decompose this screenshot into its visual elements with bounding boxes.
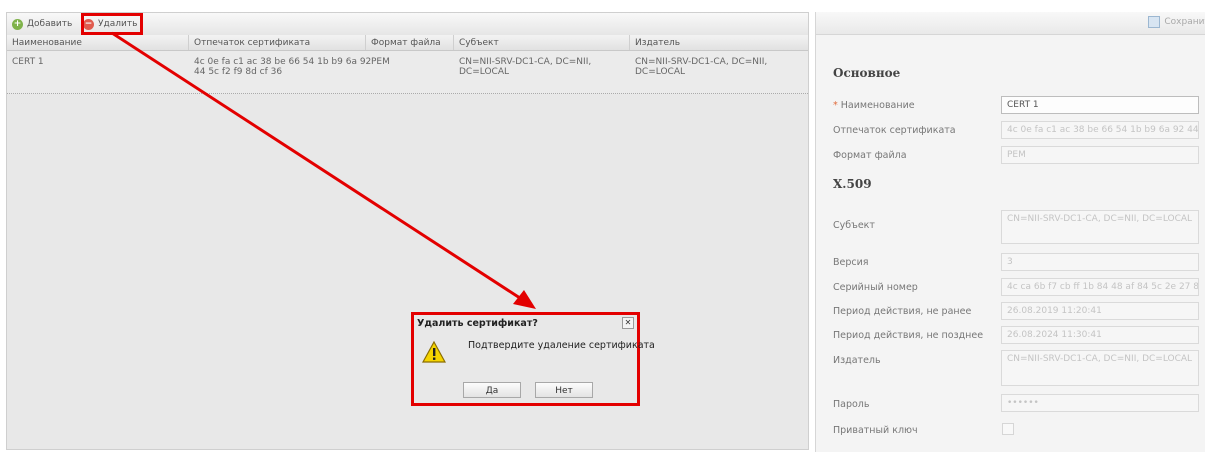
table-header: Наименование Отпечаток сертификата Форма…: [7, 35, 808, 51]
cell-thumbprint-line1: 4c 0e fa c1 ac 38 be 66 54 1b b9 6a 92: [194, 57, 372, 67]
warning-icon: [422, 340, 446, 363]
column-divider[interactable]: [629, 35, 630, 50]
cell-issuer-line1: CN=NII-SRV-DC1-CA, DC=NII,: [635, 57, 768, 67]
valid-to-field[interactable]: 26.08.2024 11:30:41: [1001, 326, 1199, 344]
add-button[interactable]: + Добавить: [12, 16, 72, 32]
yes-button[interactable]: Да: [463, 382, 521, 398]
serial-field[interactable]: 4c ca 6b f7 cb ff 1b 84 48 af 84 5c 2e 2…: [1001, 278, 1199, 296]
cell-subject-line1: CN=NII-SRV-DC1-CA, DC=NII,: [459, 57, 592, 67]
delete-button-highlight: [81, 13, 143, 35]
certificate-list-panel: + Добавить − Удалить Наименование Отпеча…: [6, 12, 809, 450]
plus-icon: +: [12, 18, 23, 30]
required-mark: *: [833, 100, 838, 111]
details-toolbar: Сохранить: [816, 12, 1205, 35]
cell-subject-line2: DC=LOCAL: [459, 67, 509, 77]
column-header-issuer[interactable]: Издатель: [635, 38, 680, 48]
cell-issuer-line2: DC=LOCAL: [635, 67, 685, 77]
subject-field[interactable]: CN=NII-SRV-DC1-CA, DC=NII, DC=LOCAL: [1001, 210, 1199, 244]
subject-label: Субъект: [833, 220, 875, 231]
format-field[interactable]: PEM: [1001, 146, 1199, 164]
cell-thumbprint-line2: 44 5c f2 f9 8d cf 36: [194, 67, 283, 77]
save-button-label: Сохранить: [1164, 17, 1205, 27]
password-label: Пароль: [833, 399, 870, 410]
version-field[interactable]: 3: [1001, 253, 1199, 271]
serial-label: Серийный номер: [833, 282, 918, 293]
section-title-x509: X.509: [833, 177, 872, 191]
cell-name: CERT 1: [12, 57, 44, 67]
delete-confirm-dialog: Удалить сертификат? ✕ Подтвердите удален…: [411, 312, 655, 406]
cell-subject: CN=NII-SRV-DC1-CA, DC=NII, DC=LOCAL: [459, 57, 591, 77]
column-header-subject[interactable]: Субъект: [459, 38, 499, 48]
no-button[interactable]: Нет: [535, 382, 593, 398]
add-button-label: Добавить: [27, 19, 73, 29]
close-icon[interactable]: ✕: [622, 317, 634, 329]
certificate-details-panel: Сохранить Основное * Наименование CERT 1…: [815, 12, 1205, 452]
password-field[interactable]: ••••••: [1001, 394, 1199, 412]
section-title-main: Основное: [833, 66, 901, 80]
private-key-checkbox[interactable]: [1002, 423, 1014, 435]
cell-thumbprint: 4c 0e fa c1 ac 38 be 66 54 1b b9 6a 92 4…: [194, 57, 371, 77]
name-label: * Наименование: [833, 100, 915, 111]
cell-issuer: CN=NII-SRV-DC1-CA, DC=NII, DC=LOCAL: [635, 57, 767, 77]
list-toolbar: + Добавить − Удалить: [7, 13, 808, 36]
column-divider[interactable]: [453, 35, 454, 50]
issuer-field[interactable]: CN=NII-SRV-DC1-CA, DC=NII, DC=LOCAL: [1001, 350, 1199, 386]
save-button[interactable]: Сохранить: [1148, 16, 1205, 28]
format-label: Формат файла: [833, 150, 907, 161]
name-label-text: Наименование: [840, 100, 915, 111]
issuer-label: Издатель: [833, 355, 881, 366]
version-label: Версия: [833, 257, 869, 268]
valid-from-field[interactable]: 26.08.2019 11:20:41: [1001, 302, 1199, 320]
dialog-message: Подтвердите удаление сертификата: [468, 340, 655, 351]
thumbprint-field[interactable]: 4c 0e fa c1 ac 38 be 66 54 1b b9 6a 92 4…: [1001, 121, 1199, 139]
column-header-name[interactable]: Наименование: [12, 38, 82, 48]
table-row[interactable]: CERT 1 4c 0e fa c1 ac 38 be 66 54 1b b9 …: [7, 51, 808, 94]
thumbprint-label: Отпечаток сертификата: [833, 125, 956, 136]
valid-from-label: Период действия, не ранее: [833, 306, 972, 317]
name-field[interactable]: CERT 1: [1001, 96, 1199, 114]
cell-format: PEM: [371, 57, 390, 67]
column-divider[interactable]: [188, 35, 189, 50]
column-divider[interactable]: [365, 35, 366, 50]
column-header-format[interactable]: Формат файла: [371, 38, 441, 48]
dialog-title: Удалить сертификат?: [417, 318, 538, 329]
save-icon: [1148, 16, 1161, 28]
column-header-thumbprint[interactable]: Отпечаток сертификата: [194, 38, 310, 48]
private-key-label: Приватный ключ: [833, 425, 918, 436]
valid-to-label: Период действия, не позднее: [833, 330, 984, 341]
